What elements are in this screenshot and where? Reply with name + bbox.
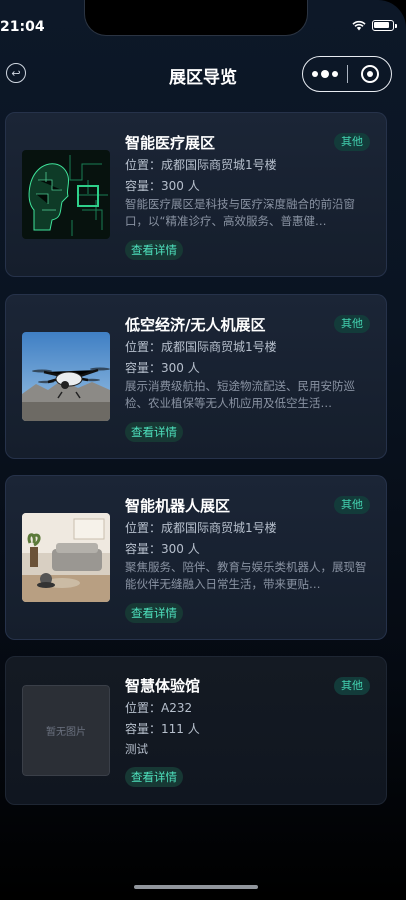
category-badge: 其他	[334, 133, 370, 151]
zone-location: 位置：A232	[125, 701, 193, 715]
category-badge: 其他	[334, 315, 370, 333]
wifi-icon	[352, 20, 366, 31]
battery-icon	[372, 20, 397, 31]
zone-location: 位置：成都国际商贸城1号楼	[125, 158, 277, 172]
zone-location: 位置：成都国际商贸城1号楼	[125, 340, 277, 354]
zone-image	[22, 332, 110, 421]
zone-description: 聚焦服务、陪伴、教育与娱乐类机器人，展现智能伙伴无缝融入日常生活，带来更贴…	[125, 560, 367, 591]
zone-card[interactable]: 暂无图片 智慧体验馆 其他 位置：A232 容量：111 人 测试 查看详情	[5, 656, 387, 805]
close-mini-program-icon[interactable]	[348, 65, 391, 83]
mini-program-capsule	[302, 56, 392, 92]
more-menu-icon[interactable]	[303, 70, 347, 78]
zone-card[interactable]: 智能医疗展区 其他 位置：成都国际商贸城1号楼 容量：300 人 智能医疗展区是…	[5, 112, 387, 277]
no-image-text: 暂无图片	[22, 685, 110, 776]
zone-image	[22, 513, 110, 602]
zone-capacity: 容量：111 人	[125, 722, 200, 736]
status-icons	[352, 20, 397, 31]
navbar: ↩ 展区导览	[0, 52, 406, 96]
zone-card[interactable]: 智能机器人展区 其他 位置：成都国际商贸城1号楼 容量：300 人 聚焦服务、陪…	[5, 475, 387, 640]
zone-description: 展示消费级航拍、短途物流配送、民用安防巡检、农业植保等无人机应用及低空生活…	[125, 379, 355, 410]
category-badge: 其他	[334, 677, 370, 695]
zone-title: 智慧体验馆	[125, 677, 201, 695]
category-badge: 其他	[334, 496, 370, 514]
zone-image-placeholder: 暂无图片	[22, 685, 110, 776]
zone-image	[22, 150, 110, 239]
zone-title: 智能医疗展区	[125, 134, 216, 152]
zone-capacity: 容量：300 人	[125, 361, 200, 375]
phone-screen: 21:04 ↩ 展区导览 智能医疗展区 其他 位置：成都国际商贸城1号楼 容量：…	[0, 0, 406, 900]
view-details-button[interactable]: 查看详情	[125, 240, 183, 260]
view-details-button[interactable]: 查看详情	[125, 767, 183, 787]
zone-title: 智能机器人展区	[125, 497, 231, 515]
zone-capacity: 容量：300 人	[125, 179, 200, 193]
zone-description: 智能医疗展区是科技与医疗深度融合的前沿窗口，以“精准诊疗、高效服务、普惠健…	[125, 197, 355, 228]
status-time: 21:04	[0, 19, 45, 35]
view-details-button[interactable]: 查看详情	[125, 603, 183, 623]
zone-location: 位置：成都国际商贸城1号楼	[125, 521, 277, 535]
camera-notch	[84, 0, 308, 36]
zone-capacity: 容量：300 人	[125, 542, 200, 556]
zone-description: 测试	[125, 742, 148, 756]
view-details-button[interactable]: 查看详情	[125, 422, 183, 442]
home-indicator[interactable]	[134, 885, 258, 889]
zone-card[interactable]: 低空经济/无人机展区 其他 位置：成都国际商贸城1号楼 容量：300 人 展示消…	[5, 294, 387, 459]
zone-title: 低空经济/无人机展区	[125, 316, 266, 334]
